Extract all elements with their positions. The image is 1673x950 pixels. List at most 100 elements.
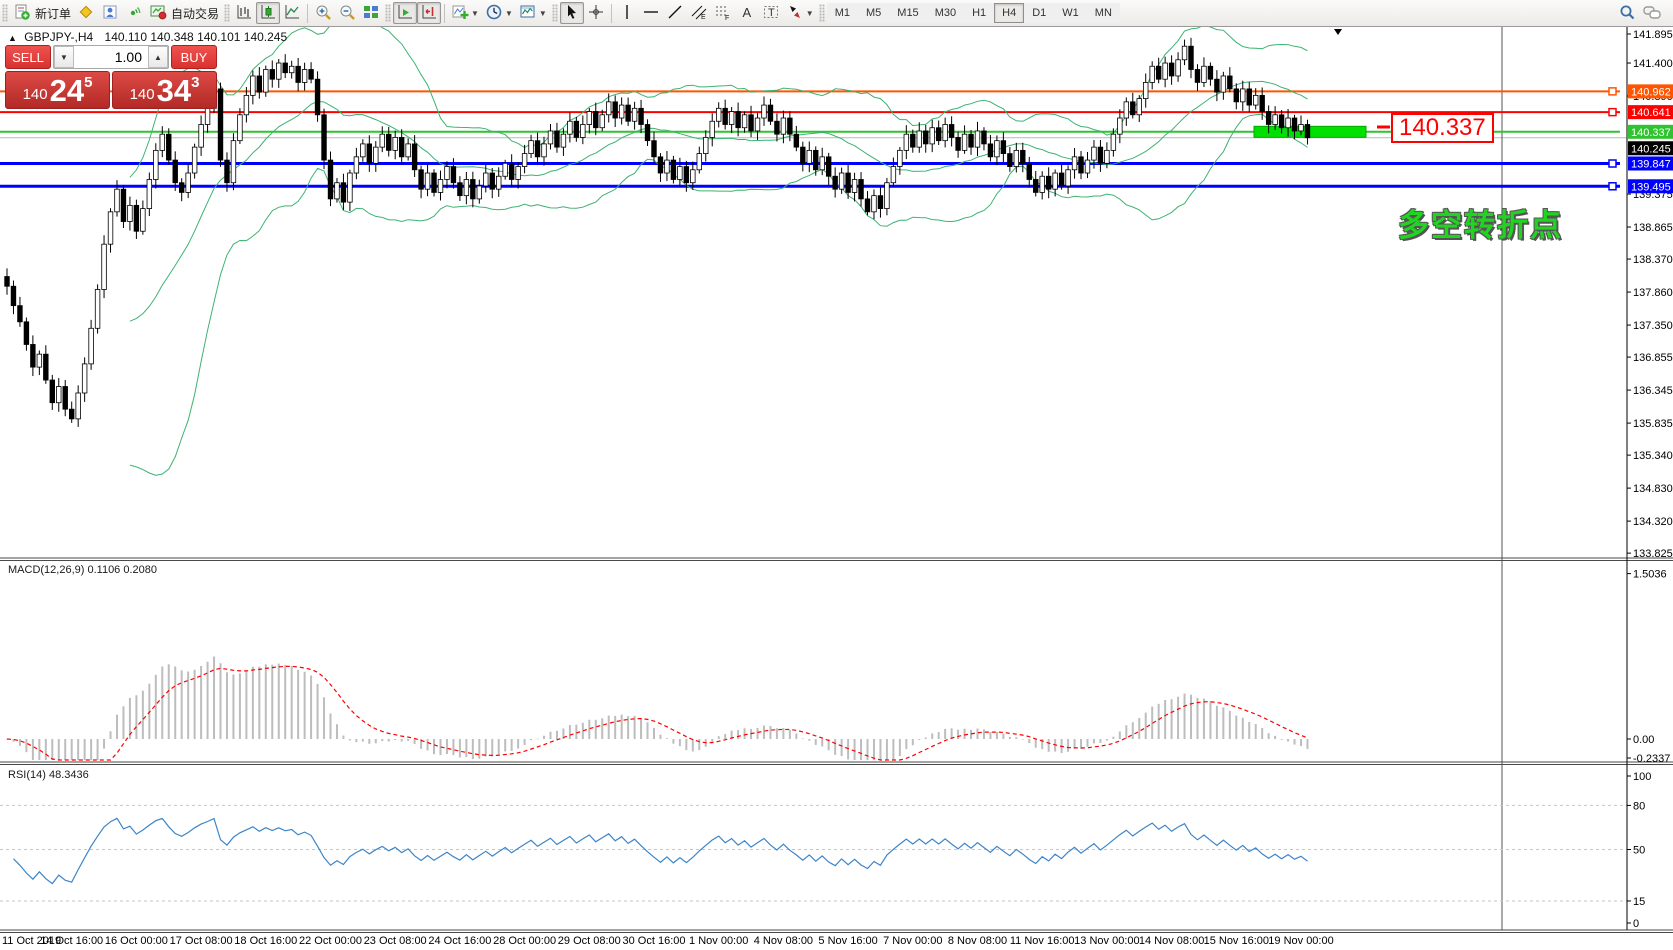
crosshair-button[interactable] xyxy=(584,2,608,24)
tf-h4-button[interactable]: H4 xyxy=(994,3,1024,23)
cursor-button[interactable] xyxy=(560,2,584,24)
svg-text:29 Oct 08:00: 29 Oct 08:00 xyxy=(558,935,621,947)
svg-text:16 Oct 00:00: 16 Oct 00:00 xyxy=(105,935,168,947)
cursor-icon xyxy=(563,3,581,24)
macd-label: MACD(12,26,9) 0.1106 0.2080 xyxy=(8,564,157,576)
horizontal-line-icon xyxy=(642,3,660,24)
tile-windows-button[interactable] xyxy=(359,2,383,24)
expert-advisors-button[interactable] xyxy=(98,2,122,24)
search-button[interactable] xyxy=(1615,2,1639,24)
buy-price-button[interactable]: 140 34 3 xyxy=(112,71,217,109)
tf-m1-button[interactable]: M1 xyxy=(827,3,858,23)
sell-price-button[interactable]: 140 24 5 xyxy=(5,71,110,109)
chart-shift-button[interactable] xyxy=(417,2,441,24)
svg-text:23 Oct 08:00: 23 Oct 08:00 xyxy=(364,935,427,947)
svg-text:138.865: 138.865 xyxy=(1633,222,1673,234)
vertical-line-button[interactable] xyxy=(615,2,639,24)
ohlc-values: 140.110 140.348 140.101 140.245 xyxy=(105,30,288,44)
candlestick-chart-type-icon xyxy=(259,3,277,24)
svg-text:5 Nov 16:00: 5 Nov 16:00 xyxy=(818,935,877,947)
svg-text:80: 80 xyxy=(1633,800,1645,812)
toolbar-grip[interactable] xyxy=(2,4,8,22)
bar-chart-type-button[interactable] xyxy=(232,2,256,24)
periods-clock-icon xyxy=(485,3,503,24)
text-label-button[interactable]: T xyxy=(759,2,783,24)
tf-mn-button[interactable]: MN xyxy=(1087,3,1120,23)
tf-m15-button[interactable]: M15 xyxy=(889,3,926,23)
signals-button[interactable] xyxy=(122,2,146,24)
svg-text:133.825: 133.825 xyxy=(1633,548,1673,560)
volume-input[interactable] xyxy=(74,46,148,68)
line-chart-type-icon xyxy=(283,3,301,24)
svg-text:4 Nov 08:00: 4 Nov 08:00 xyxy=(754,935,813,947)
price-tag-label[interactable]: 140.337 xyxy=(1391,113,1494,143)
svg-text:141.400: 141.400 xyxy=(1633,58,1673,70)
tf-w1-button[interactable]: W1 xyxy=(1054,3,1087,23)
price-axis[interactable]: 141.895141.400140.890139.375138.865138.3… xyxy=(1627,29,1673,930)
add-indicator-button[interactable]: ▼ xyxy=(448,2,482,24)
svg-text:0: 0 xyxy=(1633,918,1639,930)
zoom-in-icon xyxy=(314,3,332,24)
auto-trading-icon xyxy=(149,3,167,24)
toolbar: 新订单 自动交易 xyxy=(0,0,1673,27)
toolbar-grip[interactable] xyxy=(224,4,230,22)
svg-text:141.895: 141.895 xyxy=(1633,29,1673,41)
auto-scroll-button[interactable] xyxy=(393,2,417,24)
arrows-button[interactable]: ▼ xyxy=(783,2,817,24)
toolbar-grip[interactable] xyxy=(385,4,391,22)
volume-decrease-button[interactable]: ▼ xyxy=(54,46,74,68)
volume-increase-button[interactable]: ▲ xyxy=(148,46,168,68)
expert-advisors-icon xyxy=(101,3,119,24)
tf-h1-button[interactable]: H1 xyxy=(964,3,994,23)
chart-window-button[interactable] xyxy=(74,2,98,24)
svg-text:139.495: 139.495 xyxy=(1631,181,1671,193)
new-order-icon xyxy=(13,3,31,24)
collapse-panel-icon[interactable]: ▲ xyxy=(8,33,17,43)
text-button[interactable]: A xyxy=(735,2,759,24)
svg-text:17 Oct 08:00: 17 Oct 08:00 xyxy=(170,935,233,947)
trendline-button[interactable] xyxy=(663,2,687,24)
dropdown-caret: ▼ xyxy=(505,9,513,18)
candlestick-chart-type-button[interactable] xyxy=(256,2,280,24)
svg-text:100: 100 xyxy=(1633,771,1651,783)
auto-scroll-icon xyxy=(396,3,414,24)
chat-button[interactable] xyxy=(1639,2,1665,24)
toolbar-grip[interactable] xyxy=(819,4,825,22)
svg-text:T: T xyxy=(768,7,775,19)
zoom-out-button[interactable] xyxy=(335,2,359,24)
auto-trading-button[interactable]: 自动交易 xyxy=(146,2,222,24)
new-order-button[interactable]: 新订单 xyxy=(10,2,74,24)
sell-price-big: 24 xyxy=(50,76,84,106)
svg-text:139.847: 139.847 xyxy=(1631,159,1671,171)
svg-text:24 Oct 16:00: 24 Oct 16:00 xyxy=(428,935,491,947)
equidistant-channel-button[interactable]: E xyxy=(687,2,711,24)
chart-annotation[interactable]: 多空转折点 xyxy=(1398,200,1563,245)
svg-text:30 Oct 16:00: 30 Oct 16:00 xyxy=(623,935,686,947)
toolbar-grip[interactable] xyxy=(552,4,558,22)
sell-button[interactable]: SELL xyxy=(5,45,51,69)
horizontal-line-button[interactable] xyxy=(639,2,663,24)
tf-m5-button[interactable]: M5 xyxy=(858,3,889,23)
tf-m30-button[interactable]: M30 xyxy=(927,3,964,23)
line-chart-type-button[interactable] xyxy=(280,2,304,24)
svg-text:136.345: 136.345 xyxy=(1633,385,1673,397)
tile-windows-icon xyxy=(362,3,380,24)
sell-price-sup: 5 xyxy=(84,75,92,90)
fibonacci-button[interactable]: F xyxy=(711,2,735,24)
tf-d1-button[interactable]: D1 xyxy=(1024,3,1054,23)
chart-shift-icon xyxy=(420,3,438,24)
buy-button[interactable]: BUY xyxy=(171,45,217,69)
zoom-in-button[interactable] xyxy=(311,2,335,24)
time-axis[interactable]: 11 Oct 201914 Oct 16:0016 Oct 00:0017 Oc… xyxy=(2,935,1334,947)
svg-text:22 Oct 00:00: 22 Oct 00:00 xyxy=(299,935,362,947)
periods-button[interactable]: ▼ xyxy=(482,2,516,24)
new-order-label: 新订单 xyxy=(35,5,71,22)
svg-text:14 Nov 08:00: 14 Nov 08:00 xyxy=(1139,935,1204,947)
svg-text:50: 50 xyxy=(1633,845,1645,857)
svg-text:-0.2337: -0.2337 xyxy=(1633,753,1670,765)
toolbar-separator xyxy=(307,4,308,23)
trendline-icon xyxy=(666,3,684,24)
templates-button[interactable]: ▼ xyxy=(516,2,550,24)
svg-text:140.641: 140.641 xyxy=(1631,107,1671,119)
chart-window-icon xyxy=(77,3,95,24)
